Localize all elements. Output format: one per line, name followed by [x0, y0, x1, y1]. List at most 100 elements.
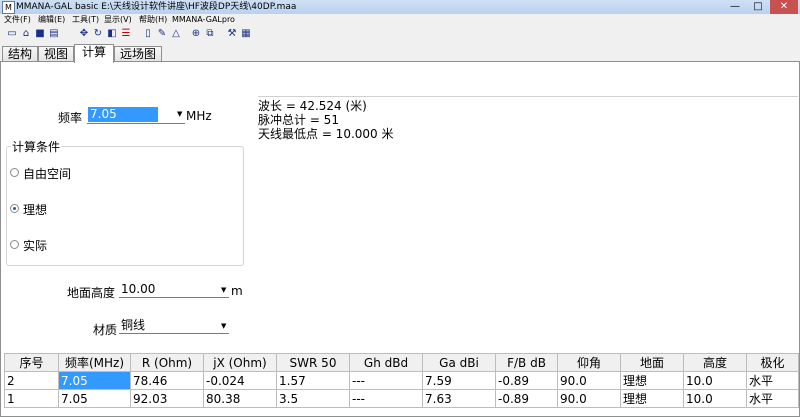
title-bar: M MMANA-GAL basic E:\天线设计软件讲座\HF波段DP天线\4… — [0, 0, 800, 15]
close-button[interactable]: ✕ — [770, 0, 798, 14]
triangle-icon[interactable]: △ — [170, 27, 182, 40]
print-icon[interactable]: ▤ — [48, 27, 60, 40]
column-header[interactable]: SWR 50 — [276, 353, 350, 372]
results-header-row: 序号 频率(MHz) R (Ohm) jX (Ohm) SWR 50 Gh dB… — [4, 353, 799, 372]
table-cell[interactable]: 1 — [4, 389, 59, 408]
table-cell[interactable]: 90.0 — [557, 371, 621, 390]
table-cell[interactable]: -0.89 — [495, 389, 558, 408]
frequency-label: 频率 — [58, 111, 83, 125]
target-icon[interactable]: ⊕ — [190, 27, 202, 40]
edit-pencil-icon[interactable]: ✎ — [156, 27, 168, 40]
app-icon: M — [2, 1, 15, 14]
table-row[interactable]: 1 7.05 92.03 80.38 3.5 --- 7.63 -0.89 90… — [4, 389, 799, 408]
menu-file[interactable]: 文件(F) — [4, 14, 31, 26]
table-cell[interactable]: 78.46 — [130, 371, 204, 390]
menu-view[interactable]: 显示(V) — [104, 14, 132, 26]
wire-edit-icon[interactable]: ☰ — [120, 27, 132, 40]
document-icon[interactable]: ▯ — [142, 27, 154, 40]
chevron-down-icon[interactable]: ▼ — [177, 110, 182, 118]
calc-condition-group: 计算条件 自由空间 理想 实际 — [6, 138, 244, 266]
table-cell[interactable]: 80.38 — [203, 389, 277, 408]
maximize-button[interactable]: □ — [748, 0, 768, 14]
column-header[interactable]: 频率(MHz) — [58, 353, 131, 372]
table-cell[interactable]: 1.57 — [276, 371, 350, 390]
info-box: 波长 = 42.524 (米) 脉冲总计 = 51 天线最低点 = 10.000… — [258, 96, 798, 141]
move-icon[interactable]: ✥ — [78, 27, 90, 40]
minimize-button[interactable]: — — [724, 0, 746, 14]
column-header[interactable]: 仰角 — [557, 353, 621, 372]
rotate-icon[interactable]: ↻ — [92, 27, 104, 40]
column-header[interactable]: F/B dB — [495, 353, 558, 372]
table-cell[interactable]: -0.89 — [495, 371, 558, 390]
chevron-down-icon[interactable]: ▼ — [221, 322, 226, 330]
table-cell[interactable]: 7.05 — [58, 389, 131, 408]
radio-free-space-label: 自由空间 — [23, 167, 72, 181]
column-header[interactable]: 极化 — [746, 353, 799, 372]
column-header[interactable]: Gh dBd — [349, 353, 423, 372]
column-header[interactable]: jX (Ohm) — [203, 353, 277, 372]
column-header[interactable]: Ga dBi — [422, 353, 496, 372]
table-cell[interactable]: 理想 — [620, 389, 684, 408]
table-cell[interactable]: 3.5 — [276, 389, 350, 408]
frequency-input[interactable]: 7.05 ▼ — [87, 106, 185, 124]
table-cell[interactable]: 7.59 — [422, 371, 496, 390]
ground-height-value: 10.00 — [121, 282, 156, 296]
copy-element-icon[interactable]: ◧ — [106, 27, 118, 40]
chevron-down-icon[interactable]: ▼ — [221, 286, 226, 294]
pulse-total-text: 脉冲总计 = 51 — [258, 113, 339, 127]
frequency-value: 7.05 — [88, 107, 158, 122]
frequency-unit: MHz — [186, 109, 212, 123]
copy-icon[interactable]: ⧉ — [204, 27, 216, 40]
material-label: 材质 — [93, 323, 118, 337]
column-header[interactable]: 序号 — [4, 353, 59, 372]
table-cell[interactable]: -0.024 — [203, 371, 277, 390]
table-cell[interactable]: 90.0 — [557, 389, 621, 408]
results-table: 序号 频率(MHz) R (Ohm) jX (Ohm) SWR 50 Gh dB… — [4, 353, 799, 408]
window-title: MMANA-GAL basic E:\天线设计软件讲座\HF波段DP天线\40D… — [16, 2, 297, 12]
table-cell-selected[interactable]: 7.05 — [58, 371, 131, 390]
calc-condition-title: 计算条件 — [11, 138, 62, 155]
ground-height-select[interactable]: 10.00 ▼ — [119, 281, 229, 298]
column-header[interactable]: 高度 — [683, 353, 747, 372]
menu-tools[interactable]: 工具(T) — [72, 14, 99, 26]
ground-height-label: 地面高度 — [67, 286, 116, 300]
menu-edit[interactable]: 编辑(E) — [38, 14, 65, 26]
tab-strip: 结构 视图 计算 远场图 — [0, 44, 800, 63]
radio-real-label: 实际 — [23, 239, 48, 253]
open-folder-icon[interactable]: ⌂ — [20, 27, 32, 40]
table-cell[interactable]: 水平 — [746, 389, 799, 408]
material-select[interactable]: 铜线 ▼ — [119, 317, 229, 334]
ground-height-unit: m — [231, 284, 243, 298]
calculator-icon[interactable]: ▦ — [240, 27, 252, 40]
table-cell[interactable]: 2 — [4, 371, 59, 390]
table-row[interactable]: 2 7.05 78.46 -0.024 1.57 --- 7.59 -0.89 … — [4, 371, 799, 390]
radio-ideal-label: 理想 — [23, 203, 48, 217]
tab-view[interactable]: 视图 — [38, 46, 74, 62]
material-value: 铜线 — [121, 318, 146, 332]
table-cell[interactable]: 10.0 — [683, 371, 747, 390]
radio-button-icon[interactable] — [10, 168, 19, 177]
column-header[interactable]: 地面 — [620, 353, 684, 372]
table-cell[interactable]: --- — [349, 389, 423, 408]
lowest-point-text: 天线最低点 = 10.000 米 — [258, 127, 394, 141]
table-cell[interactable]: 10.0 — [683, 389, 747, 408]
table-cell[interactable]: 水平 — [746, 371, 799, 390]
new-file-icon[interactable]: ▭ — [6, 27, 18, 40]
tab-far-field[interactable]: 远场图 — [114, 46, 162, 62]
menu-mmana-galpro[interactable]: MMANA-GALpro — [172, 14, 235, 26]
menu-bar: 文件(F) 编辑(E) 工具(T) 显示(V) 帮助(H) MMANA-GALp… — [0, 14, 800, 26]
column-header[interactable]: R (Ohm) — [130, 353, 204, 372]
table-cell[interactable]: 理想 — [620, 371, 684, 390]
tab-structure[interactable]: 结构 — [2, 46, 38, 62]
table-cell[interactable]: 7.63 — [422, 389, 496, 408]
tab-calculate[interactable]: 计算 — [74, 44, 114, 63]
menu-help[interactable]: 帮助(H) — [139, 14, 167, 26]
tools-icon[interactable]: ⚒ — [226, 27, 238, 40]
toolbar: ▭ ⌂ ■ ▤ ✥ ↻ ◧ ☰ ▯ ✎ △ ⊕ ⧉ ⚒ ▦ — [0, 26, 800, 42]
table-cell[interactable]: --- — [349, 371, 423, 390]
radio-button-checked-icon[interactable] — [10, 204, 19, 213]
save-icon[interactable]: ■ — [34, 27, 46, 40]
radio-button-icon[interactable] — [10, 240, 19, 249]
table-cell[interactable]: 92.03 — [130, 389, 204, 408]
calculate-panel: 频率 7.05 ▼ MHz 波长 = 42.524 (米) 脉冲总计 = 51 … — [0, 61, 800, 417]
